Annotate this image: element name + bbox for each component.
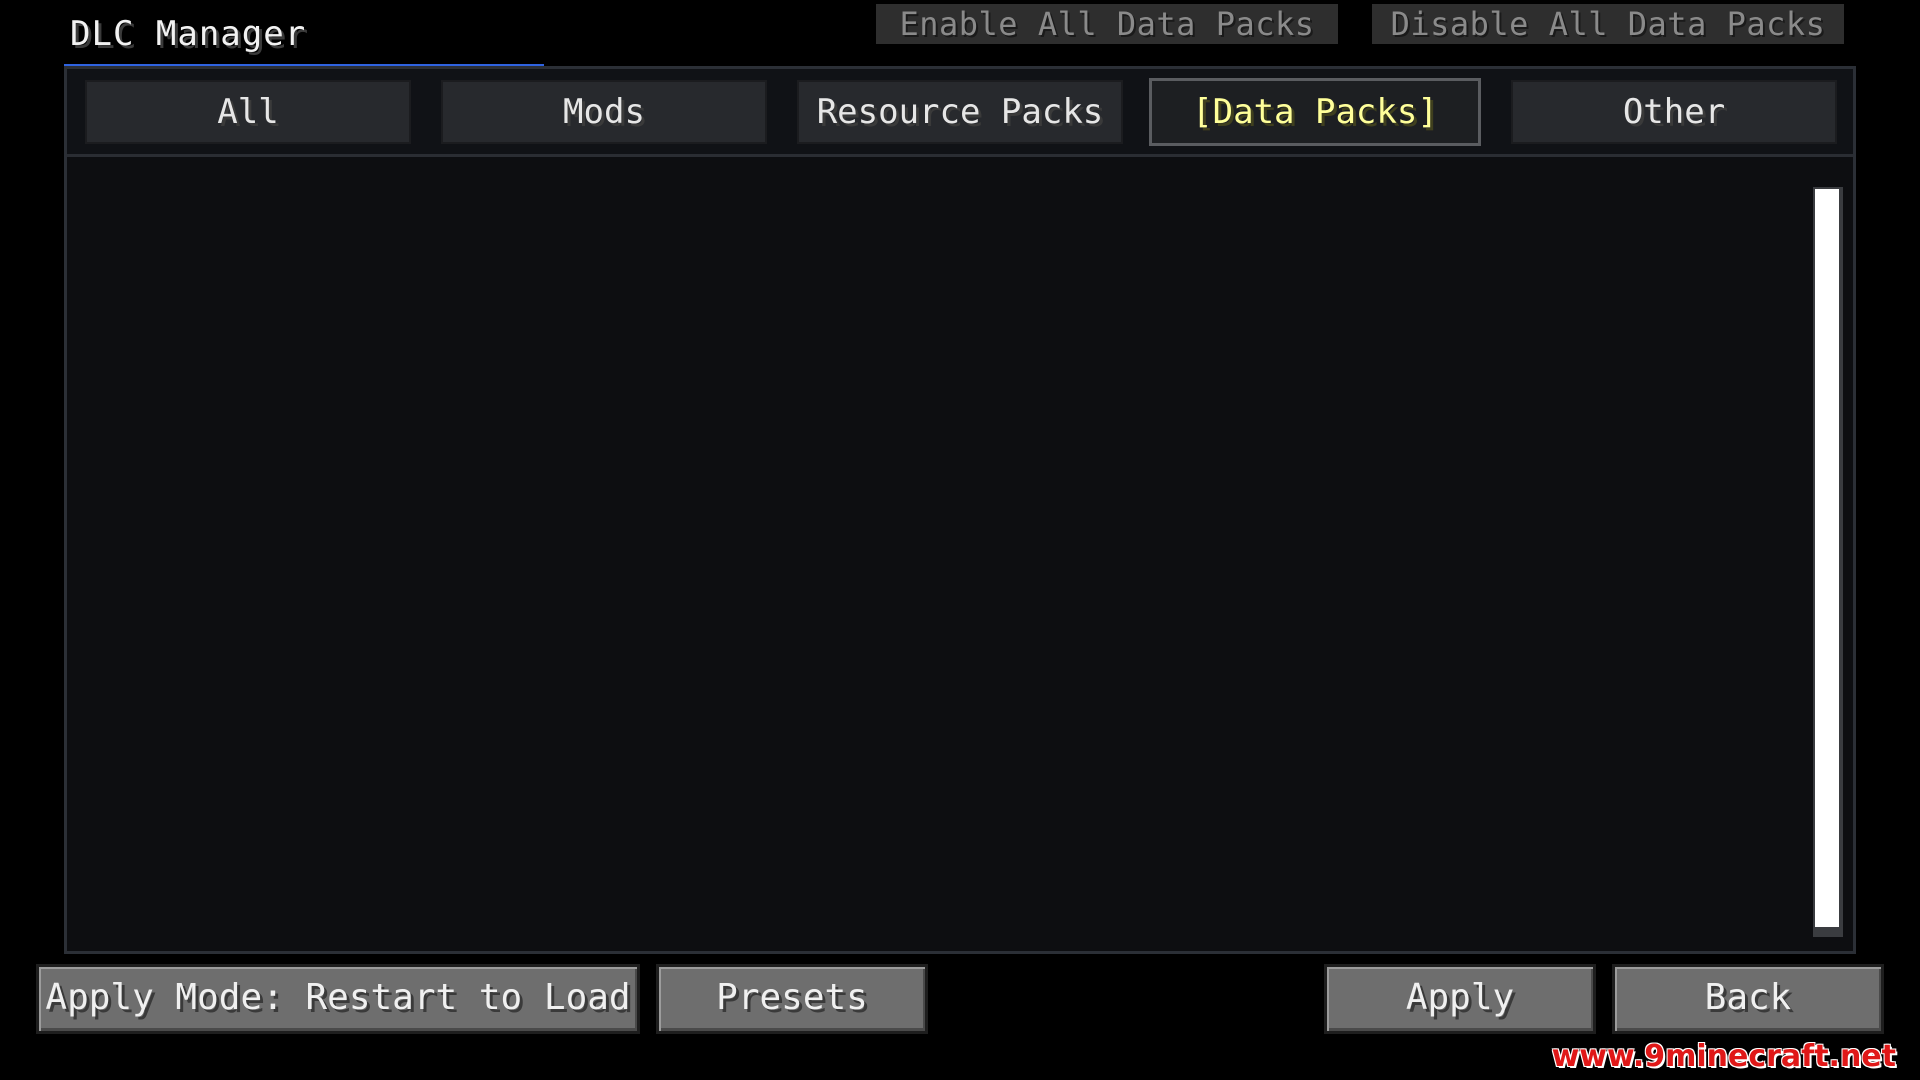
apply-mode-button[interactable]: Apply Mode: Restart to Load	[36, 964, 640, 1034]
back-button[interactable]: Back	[1612, 964, 1884, 1034]
tab-all[interactable]: All	[85, 80, 411, 144]
pack-list	[67, 157, 1853, 951]
scrollbar-thumb[interactable]	[1815, 189, 1839, 927]
disable-all-data-packs-button[interactable]: Disable All Data Packs	[1372, 4, 1844, 44]
site-watermark: www.9minecraft.net	[1551, 1039, 1896, 1074]
enable-all-data-packs-button[interactable]: Enable All Data Packs	[876, 4, 1338, 44]
apply-button[interactable]: Apply	[1324, 964, 1596, 1034]
dlc-panel: All Mods Resource Packs [Data Packs] Oth…	[64, 66, 1856, 954]
tab-mods[interactable]: Mods	[441, 80, 767, 144]
tab-data-packs[interactable]: [Data Packs]	[1149, 78, 1481, 146]
category-tab-bar: All Mods Resource Packs [Data Packs] Oth…	[67, 69, 1853, 157]
list-scrollbar[interactable]	[1813, 187, 1843, 937]
tab-resource-packs[interactable]: Resource Packs	[797, 80, 1123, 144]
tab-other[interactable]: Other	[1511, 80, 1837, 144]
presets-button[interactable]: Presets	[656, 964, 928, 1034]
page-title: DLC Manager	[70, 14, 307, 54]
